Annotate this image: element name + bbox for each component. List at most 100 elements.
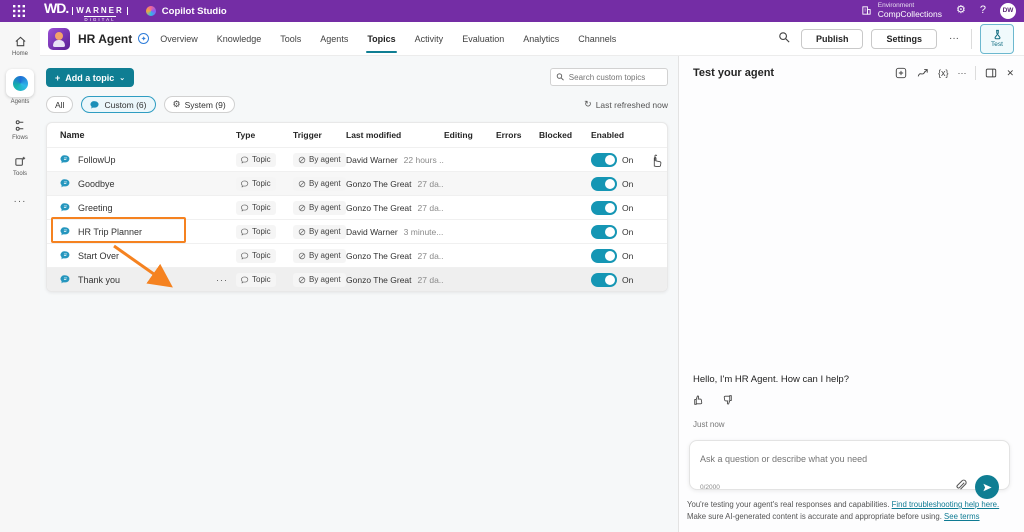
app-launcher-icon[interactable] (8, 0, 30, 22)
sidebar-item-home[interactable]: Home (2, 30, 38, 60)
tab-activity[interactable]: Activity (414, 25, 445, 53)
topic-chat-icon (60, 250, 71, 261)
test-button[interactable]: Test (980, 24, 1014, 54)
tab-analytics[interactable]: Analytics (522, 25, 560, 53)
settings-gear-icon[interactable]: ⚙ (956, 5, 966, 16)
column-trigger: Trigger (293, 130, 346, 140)
copilot-studio-icon (146, 6, 156, 16)
by-agent-icon (298, 276, 306, 284)
agent-edit-icon[interactable]: ✦ (138, 33, 149, 44)
header-more-icon[interactable]: ··· (945, 31, 963, 46)
column-name: Name (47, 130, 236, 140)
filter-all[interactable]: All (46, 96, 73, 113)
flows-icon (12, 117, 28, 133)
trigger-badge: By agent (293, 225, 346, 239)
tab-channels[interactable]: Channels (577, 25, 617, 53)
row-more-icon[interactable]: ··· (216, 275, 228, 285)
table-row[interactable]: Thank you ··· Topic By agent Gonzo The G… (47, 267, 667, 291)
enabled-toggle[interactable] (591, 273, 617, 287)
tools-icon (12, 153, 28, 169)
topic-badge-icon (241, 228, 249, 236)
hand-cursor-icon (650, 153, 662, 167)
open-side-pane-icon[interactable] (985, 67, 997, 79)
company-logo: WD. WARNER DIGITAL (44, 0, 128, 22)
type-badge: Topic (236, 249, 276, 263)
settings-button[interactable]: Settings (871, 29, 937, 49)
modified-by: David Warner (346, 155, 398, 165)
type-badge: Topic (236, 201, 276, 215)
type-badge: Topic (236, 225, 276, 239)
activity-tracking-icon[interactable] (916, 67, 929, 79)
environment-picker[interactable]: Environment CompCollections (861, 2, 942, 19)
header-search-icon[interactable] (776, 29, 793, 49)
add-topic-button[interactable]: + Add a topic ⌄ (46, 68, 134, 87)
enabled-label: On (622, 275, 633, 285)
search-icon (556, 72, 565, 82)
troubleshooting-link[interactable]: Find troubleshooting help here. (892, 500, 1000, 509)
thumbs-down-icon[interactable] (719, 392, 735, 411)
by-agent-icon (298, 228, 306, 236)
sidebar-item-flows[interactable]: Flows (2, 114, 38, 144)
column-type: Type (236, 130, 293, 140)
search-input[interactable] (569, 73, 662, 82)
test-beaker-icon (992, 29, 1003, 40)
enabled-toggle[interactable] (591, 249, 617, 263)
help-icon[interactable]: ? (980, 5, 986, 16)
table-row[interactable]: HR Trip Planner Topic By agent David War… (47, 219, 667, 243)
by-agent-icon (298, 252, 306, 260)
tab-tools[interactable]: Tools (279, 25, 302, 53)
agent-header: HR Agent ✦ Overview Knowledge Tools Agen… (40, 22, 1024, 56)
tab-knowledge[interactable]: Knowledge (216, 25, 263, 53)
filter-system[interactable]: ⚙ System (9) (164, 96, 235, 113)
by-agent-icon (298, 156, 306, 164)
close-icon[interactable]: ✕ (1006, 69, 1014, 78)
type-badge: Topic (236, 273, 276, 287)
attachment-paperclip-icon[interactable] (954, 479, 967, 495)
last-refreshed-status[interactable]: ↻ Last refreshed now (584, 99, 668, 110)
new-chat-icon[interactable] (895, 67, 907, 79)
thumbs-up-icon[interactable] (691, 392, 707, 411)
table-row[interactable]: FollowUp Topic By agent David Warner22 h… (47, 147, 667, 171)
logo-wd: WD. (44, 0, 68, 16)
char-counter: 0/2000 (700, 484, 720, 491)
enabled-toggle[interactable] (591, 153, 617, 167)
test-panel-header: Test your agent {x} ··· (679, 56, 1024, 86)
modified-by: Gonzo The Great (346, 251, 412, 261)
tab-topics[interactable]: Topics (366, 25, 396, 53)
page-title: HR Agent (78, 32, 132, 46)
tab-overview[interactable]: Overview (159, 25, 199, 53)
topic-badge-icon (241, 180, 249, 188)
test-button-label: Test (991, 41, 1003, 48)
topic-chat-icon (60, 226, 71, 237)
enabled-toggle[interactable] (591, 201, 617, 215)
test-agent-panel: Test your agent {x} ··· (678, 56, 1024, 532)
refresh-icon: ↻ (584, 99, 592, 110)
more-icon[interactable]: ··· (957, 69, 966, 78)
chat-input[interactable] (700, 454, 999, 464)
variables-icon[interactable]: {x} (938, 69, 949, 78)
panel-divider (975, 66, 976, 80)
table-header-row: Name Type Trigger Last modified Editing … (47, 123, 667, 147)
tab-agents[interactable]: Agents (319, 25, 349, 53)
table-row[interactable]: Start Over Topic By agent Gonzo The Grea… (47, 243, 667, 267)
enabled-toggle[interactable] (591, 177, 617, 191)
topic-chat-icon (60, 202, 71, 213)
send-button[interactable] (975, 475, 999, 499)
column-editing: Editing (444, 130, 496, 140)
sidebar-item-agents[interactable]: Agents (2, 66, 38, 108)
by-agent-icon (298, 204, 306, 212)
publish-button[interactable]: Publish (801, 29, 864, 49)
terms-link[interactable]: See terms (944, 512, 980, 521)
user-avatar[interactable]: DW (1000, 3, 1016, 19)
table-row[interactable]: Greeting Topic By agent Gonzo The Great2… (47, 195, 667, 219)
enabled-toggle[interactable] (591, 225, 617, 239)
tab-evaluation[interactable]: Evaluation (461, 25, 505, 53)
modified-by: Gonzo The Great (346, 179, 412, 189)
topic-badge-icon (241, 204, 249, 212)
filter-custom[interactable]: Custom (6) (81, 96, 155, 113)
table-row[interactable]: Goodbye Topic By agent Gonzo The Great27… (47, 171, 667, 195)
product-name: Copilot Studio (146, 6, 227, 17)
sidebar-item-tools[interactable]: Tools (2, 150, 38, 180)
sidebar-more-icon[interactable]: ··· (14, 196, 27, 207)
trigger-badge: By agent (293, 249, 346, 263)
